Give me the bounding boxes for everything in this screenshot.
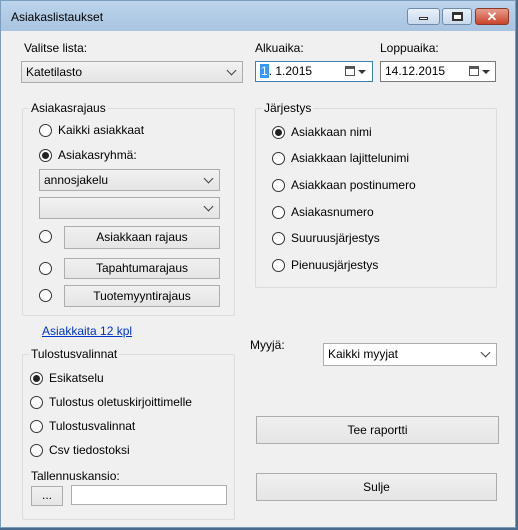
start-date-label: Alkuaika: <box>255 41 304 55</box>
close-window-button[interactable]: ✕ <box>475 8 509 25</box>
radio-label: Tulostusvalinnat <box>49 419 136 433</box>
radio-label: Csv tiedostoksi <box>49 443 130 457</box>
radio-circle <box>272 231 285 245</box>
seller-label: Myyjä: <box>250 338 285 352</box>
end-date-picker[interactable]: 14.12.2015 <box>380 61 496 82</box>
start-date-day: 1 <box>260 64 269 78</box>
save-folder-label: Tallennuskansio: <box>31 469 120 483</box>
radio-customer-limit[interactable] <box>39 230 58 243</box>
form-body: Valitse lista: Katetilasto Alkuaika: 1. … <box>9 31 509 521</box>
radio-label: Kaikki asiakkaat <box>58 123 145 137</box>
chevron-down-icon <box>203 201 214 212</box>
close-button[interactable]: Sulje <box>256 473 497 501</box>
radio-circle <box>39 123 52 137</box>
customer-group-value: annosjakelu <box>44 173 109 187</box>
radio-circle-selected <box>30 371 43 385</box>
radio-circle <box>30 395 43 409</box>
event-limit-button[interactable]: Tapahtumarajaus <box>64 258 220 279</box>
chevron-down-icon <box>203 173 214 184</box>
start-date-picker[interactable]: 1. 1.2015 <box>255 61 373 82</box>
radio-order-smallest[interactable]: Pienuusjärjestys <box>272 258 378 272</box>
window-title: Asiakaslistaukset <box>11 10 104 24</box>
radio-all-customers[interactable]: Kaikki asiakkaat <box>39 123 144 137</box>
radio-circle <box>30 443 43 457</box>
radio-label: Asiakasryhmä: <box>58 148 137 162</box>
radio-order-largest[interactable]: Suuruusjärjestys <box>272 231 380 245</box>
start-date-rest: . 1.2015 <box>268 64 313 78</box>
radio-circle <box>39 289 52 302</box>
seller-select[interactable]: Kaikki myyjat <box>323 343 497 366</box>
radio-label: Pienuusjärjestys <box>291 258 379 272</box>
save-folder-input[interactable] <box>71 485 227 505</box>
end-date-value: 14.12.2015 <box>385 64 446 78</box>
chevron-down-icon <box>226 65 237 76</box>
radio-preview[interactable]: Esikatselu <box>30 371 104 385</box>
radio-default-printer[interactable]: Tulostus oletuskirjoittimelle <box>30 395 192 409</box>
browse-folder-button[interactable]: ... <box>31 486 63 506</box>
maximize-button[interactable] <box>442 8 472 25</box>
create-report-button[interactable]: Tee raportti <box>256 416 499 444</box>
radio-circle <box>272 205 285 219</box>
order-legend: Järjestys <box>262 101 314 115</box>
radio-label: Asiakkaan postinumero <box>291 178 416 192</box>
radio-order-name[interactable]: Asiakkaan nimi <box>272 125 372 139</box>
calendar-icon[interactable] <box>469 66 479 76</box>
radio-label: Tulostus oletuskirjoittimelle <box>49 395 192 409</box>
radio-circle <box>272 258 285 272</box>
title-bar[interactable]: Asiakaslistaukset ✕ <box>1 1 515 31</box>
radio-customer-group[interactable]: Asiakasryhmä: <box>39 148 137 162</box>
radio-label: Suuruusjärjestys <box>291 231 380 245</box>
list-select-label: Valitse lista: <box>24 41 88 55</box>
output-options-legend: Tulostusvalinnat <box>29 347 120 361</box>
radio-csv-file[interactable]: Csv tiedostoksi <box>30 443 130 457</box>
radio-order-postcode[interactable]: Asiakkaan postinumero <box>272 178 416 192</box>
radio-circle <box>39 230 52 243</box>
chevron-down-icon <box>480 347 491 358</box>
radio-order-sort-name[interactable]: Asiakkaan lajittelunimi <box>272 151 409 165</box>
radio-circle-selected <box>39 148 52 162</box>
product-sales-limit-button[interactable]: Tuotemyyntirajaus <box>64 285 220 307</box>
main-window: Asiakaslistaukset ✕ Valitse lista: Katet… <box>0 0 516 528</box>
end-date-label: Loppuaika: <box>380 41 439 55</box>
close-icon: ✕ <box>486 9 498 24</box>
radio-label: Asiakkaan nimi <box>291 125 372 139</box>
radio-circle <box>30 419 43 433</box>
radio-label: Esikatselu <box>49 371 104 385</box>
radio-circle <box>39 262 52 275</box>
radio-label: Asiakkaan lajittelunimi <box>291 151 410 165</box>
maximize-icon <box>452 12 463 21</box>
dropdown-arrow-icon[interactable] <box>358 70 366 74</box>
dropdown-arrow-icon[interactable] <box>482 70 490 74</box>
customer-limit-button[interactable]: Asiakkaan rajaus <box>64 226 220 249</box>
minimize-button[interactable] <box>407 8 440 25</box>
radio-circle <box>272 178 285 192</box>
radio-circle <box>272 151 285 165</box>
radio-order-customer-number[interactable]: Asiakasnumero <box>272 205 374 219</box>
customer-filter-legend: Asiakasrajaus <box>29 101 108 115</box>
customer-group-select[interactable]: annosjakelu <box>39 169 220 191</box>
secondary-select[interactable] <box>39 197 220 219</box>
minimize-icon <box>419 17 428 20</box>
radio-circle-selected <box>272 125 285 139</box>
radio-product-sales-limit[interactable] <box>39 289 58 302</box>
seller-value: Kaikki myyjat <box>328 347 399 361</box>
radio-print-options[interactable]: Tulostusvalinnat <box>30 419 135 433</box>
radio-event-limit[interactable] <box>39 262 58 275</box>
calendar-icon[interactable] <box>345 66 355 76</box>
list-select-value: Katetilasto <box>26 65 83 79</box>
list-select[interactable]: Katetilasto <box>21 61 243 83</box>
customer-count-link[interactable]: Asiakkaita 12 kpl <box>42 324 132 338</box>
radio-label: Asiakasnumero <box>291 205 374 219</box>
